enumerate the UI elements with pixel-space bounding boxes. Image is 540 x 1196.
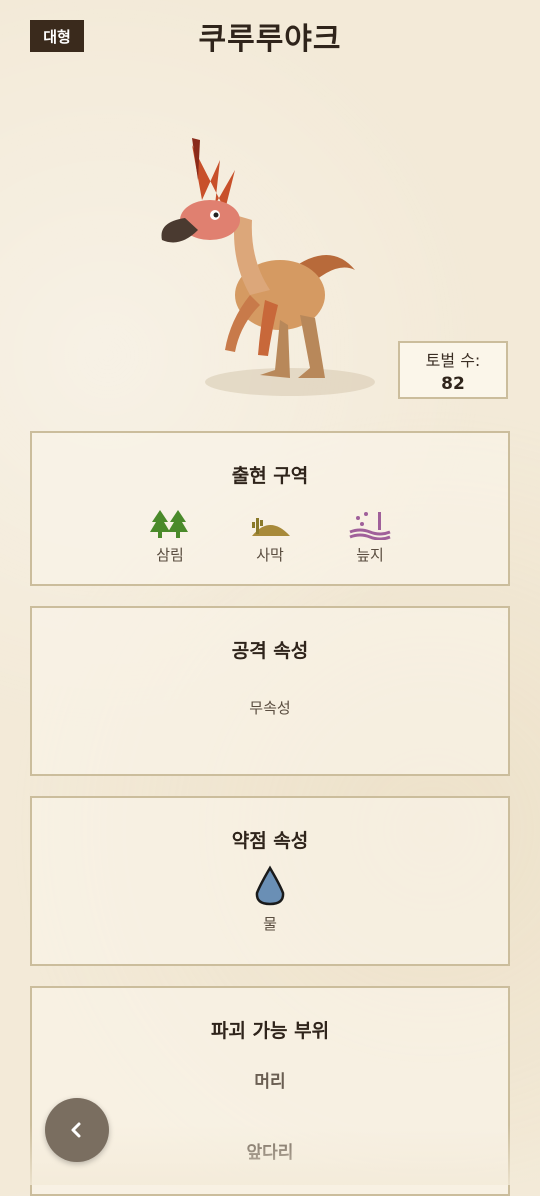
breakable-title: 파괴 가능 부위	[210, 1020, 330, 1042]
breakable-card: 파괴 가능 부위 머리 앞다리	[30, 986, 510, 1196]
habitat-label: 삼림	[156, 546, 184, 564]
monster-image	[140, 120, 380, 410]
hunt-count-box: 토벌 수: 82	[398, 341, 508, 399]
attack-title: 공격 속성	[231, 640, 309, 662]
desert-icon	[252, 518, 290, 536]
attack-value: 무속성	[249, 699, 291, 717]
breakable-part: 머리	[254, 1072, 286, 1092]
habitat-swamp: 늪지	[340, 508, 400, 565]
habitat-card: 출현 구역 삼림 사막 늪지	[30, 431, 510, 586]
habitat-desert: 사막	[240, 508, 300, 565]
forest-icon	[150, 510, 188, 538]
hunt-count-value: 82	[441, 373, 465, 394]
hunt-count-label: 토벌 수:	[425, 350, 481, 370]
swamp-icon	[349, 512, 391, 540]
attack-card: 공격 속성 무속성	[30, 606, 510, 776]
habitat-title: 출현 구역	[231, 465, 309, 487]
weakness-title: 약점 속성	[231, 830, 309, 852]
chevron-left-icon	[71, 1122, 81, 1138]
monster-name: 쿠루루야크	[198, 22, 342, 57]
weakness-value: 물	[263, 915, 277, 933]
habitat-forest: 삼림	[140, 508, 200, 565]
back-button[interactable]	[45, 1098, 109, 1162]
weakness-card: 약점 속성 물	[30, 796, 510, 966]
habitat-label: 늪지	[356, 546, 384, 564]
habitat-label: 사막	[256, 546, 284, 564]
water-drop-icon	[255, 865, 285, 906]
